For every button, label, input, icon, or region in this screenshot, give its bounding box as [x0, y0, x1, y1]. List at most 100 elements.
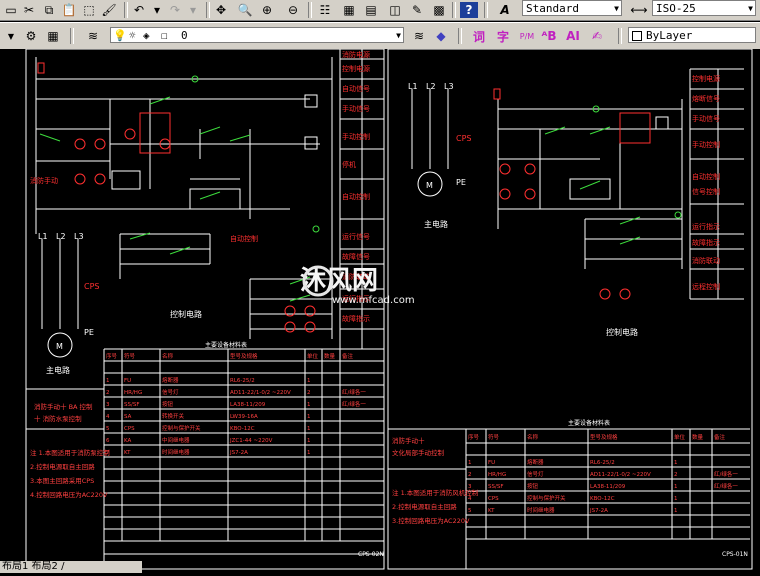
text-edit-icon[interactable]: ✍ [588, 28, 606, 44]
zoom-realtime-icon[interactable]: 🔍 [236, 2, 254, 18]
right-cps-label: CPS [456, 134, 472, 143]
svg-text:运行指示: 运行指示 [692, 222, 720, 231]
layer-previous-icon[interactable]: ≋ [410, 28, 428, 44]
cut-icon[interactable]: ✂ [20, 2, 38, 18]
design-center-icon[interactable]: ▦ [340, 2, 358, 18]
watermark-url: www.mfcad.com [332, 295, 415, 306]
redo-icon[interactable]: ↷ [166, 2, 184, 18]
right-table-header: 名称 [527, 433, 539, 441]
brush-icon[interactable]: 🖌 [100, 2, 118, 18]
grid-icon[interactable]: ▦ [44, 28, 62, 44]
left-table-cell: JS7-2A [229, 450, 248, 456]
undo-dropdown-icon[interactable]: ▾ [148, 2, 166, 18]
right-table-cell: AD11-22/1-0/2 ~220V [590, 472, 651, 478]
help-icon[interactable]: ? [460, 2, 478, 18]
right-table-cell: KT [488, 508, 495, 514]
zoom-previous-icon[interactable]: ⊖ [284, 2, 302, 18]
svg-text:远程控制: 远程控制 [692, 282, 720, 291]
watermark-brand: 沐风网 [300, 266, 378, 296]
fraction-icon[interactable]: P/M [518, 28, 536, 44]
left-table-header: 序号 [106, 352, 118, 360]
left-table-cell: 4 [106, 414, 110, 420]
right-table-cell: JS7-2A [589, 508, 608, 514]
workspace-dropdown-icon[interactable]: ▼ [2, 28, 20, 44]
right-table-cell: 按钮 [527, 482, 539, 490]
sun-icon: ☼ [129, 29, 136, 42]
left-table-cell: 3 [106, 402, 110, 408]
svg-text:手动控制: 手动控制 [692, 140, 720, 149]
layer-properties-icon[interactable]: ≋ [84, 28, 102, 44]
left-table-title: 主要设备材料表 [205, 341, 247, 349]
svg-text:手动信号: 手动信号 [342, 104, 370, 113]
right-table-cell: CPS [488, 496, 499, 502]
right-table-cell: 1 [674, 484, 678, 490]
left-table-cell: JZC1-44 ~220V [229, 438, 273, 444]
left-main-circuit-label: 主电路 [46, 365, 70, 375]
left-table-cell: 1 [307, 378, 311, 384]
settings-gear-icon[interactable]: ⚙ [22, 28, 40, 44]
layer-select[interactable]: 💡 ☼ ◈ ☐ 0 ▼ [110, 27, 404, 43]
left-table-cell: 1 [307, 450, 311, 456]
layers-toolbar: ▼ ⚙ ▦ ≋ 💡 ☼ ◈ ☐ 0 ▼ ≋ ◆ 词 字 P/M ᴬB AI ✍ … [0, 22, 760, 50]
right-control-circuit-label: 控制电路 [606, 327, 638, 337]
dim-style-value: ISO-25 [656, 2, 696, 15]
right-table-cell: 2 [674, 472, 678, 478]
left-table-cell: 1 [307, 402, 311, 408]
left-l3-label: L3 [74, 232, 84, 241]
pan-icon[interactable]: ✥ [212, 2, 230, 18]
lock-icon: ◈ [143, 29, 150, 42]
match-properties-icon[interactable]: ⬚ [80, 2, 98, 18]
sheet-set-icon[interactable]: ◫ [386, 2, 404, 18]
dim-style-select[interactable]: ISO-25 ▼ [652, 0, 756, 16]
left-table-header: 备注 [342, 352, 354, 360]
left-table-cell: KA [124, 438, 132, 444]
markup-icon[interactable]: ✎ [408, 2, 426, 18]
right-table-cell: LA38-11/209 [590, 484, 626, 490]
svg-text:信号控制: 信号控制 [692, 187, 720, 196]
calculator-icon[interactable]: ▩ [430, 2, 448, 18]
svg-text:停机: 停机 [342, 160, 356, 169]
left-cps-label: CPS [84, 282, 100, 291]
redo-dropdown-icon[interactable]: ▾ [184, 2, 202, 18]
right-l1-label: L1 [408, 82, 418, 91]
left-table-header: 单位 [307, 352, 319, 360]
cad-drawing: 消防电源控制电源 自动信号手动信号 手动控制停机 自动控制运行信号 故障信号消防… [25, 48, 753, 570]
left-table-cell: LW39-16A [230, 414, 258, 420]
ai-icon[interactable]: AI [564, 28, 582, 44]
left-table-cell: 6 [106, 438, 110, 444]
word-button[interactable]: 词 [470, 28, 488, 44]
zoom-window-icon[interactable]: ⊕ [258, 2, 276, 18]
layout-tabs[interactable]: 布局1 布局2 / [0, 561, 142, 573]
paste-icon[interactable]: 📋 [60, 2, 78, 18]
left-table-cell: 中间继电器 [162, 436, 190, 444]
color-swatch-icon: ☐ [161, 29, 168, 42]
layer-value: 0 [181, 29, 188, 42]
right-table-title: 主要设备材料表 [568, 419, 610, 427]
left-l2-label: L2 [56, 232, 66, 241]
left-table-header: 数量 [324, 352, 336, 360]
undo-icon[interactable]: ↶ [130, 2, 148, 18]
properties-icon[interactable]: ☷ [316, 2, 334, 18]
right-table-cell: 控制与保护开关 [527, 494, 566, 502]
drawing-canvas[interactable]: 消防电源 控制电源 自动信号 手动信号 手动控制 停机 自动控制 运行信号 故障信号 消防… [0, 48, 760, 573]
right-pe-label: PE [456, 178, 466, 187]
right-table-cell: SS/SF [488, 484, 504, 490]
left-table-cell: SA [124, 414, 132, 420]
color-select[interactable]: ByLayer [628, 27, 756, 43]
right-note: 注 1.本图适用于消防风机控制 [392, 488, 479, 497]
right-l2-label: L2 [426, 82, 436, 91]
left-table-cell: 1 [307, 414, 311, 420]
ab-icon[interactable]: ᴬB [540, 28, 558, 44]
left-table-cell: 信号灯 [162, 388, 179, 396]
tool-palettes-icon[interactable]: ▤ [362, 2, 380, 18]
make-current-icon[interactable]: ◆ [432, 28, 450, 44]
new-icon[interactable]: ▭ [2, 2, 20, 18]
svg-text:自动信号: 自动信号 [342, 84, 370, 93]
char-button[interactable]: 字 [494, 28, 512, 44]
right-table-header: 序号 [468, 433, 480, 441]
copy-icon[interactable]: ⧉ [40, 2, 58, 18]
right-dwg-no: CPS-01N [722, 551, 748, 558]
right-table-header: 备注 [714, 433, 726, 441]
left-table-cell: SS/SF [124, 402, 140, 408]
text-style-select[interactable]: Standard ▼ [522, 0, 622, 16]
